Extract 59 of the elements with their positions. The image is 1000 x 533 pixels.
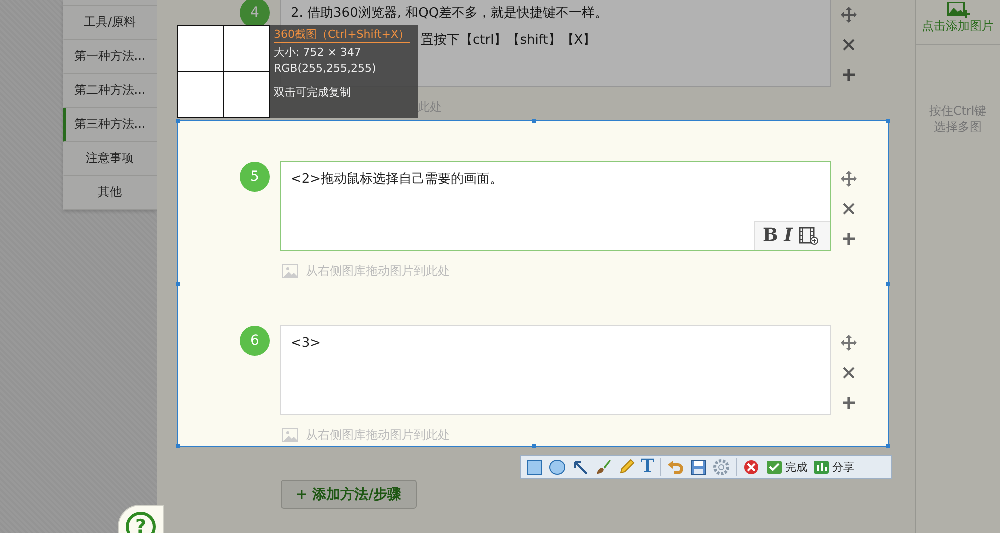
add-step-button[interactable]: + 添加方法/步骤 [281,480,417,509]
text-tool[interactable]: T [641,458,654,476]
drop-hint: 从右侧图库拖动图片到此处 [306,426,450,444]
save-icon[interactable] [690,458,708,476]
sidebar-item[interactable]: 工具/原料 [63,6,157,40]
step-text: 2. 借助360浏览器, 和QQ差不多，就是快捷键不一样。 [291,5,608,23]
sidebar-item[interactable]: 其他 [63,176,157,210]
step-text: 置按下【ctrl】【shift】【X】 [421,32,596,50]
resize-handle[interactable] [532,119,536,123]
resize-handle[interactable] [176,444,180,448]
cancel-icon[interactable] [743,458,760,476]
capture-title: 360截图（Ctrl+Shift+X） [274,27,410,43]
rectangle-icon[interactable] [526,458,543,476]
italic-button[interactable]: I [784,226,793,246]
brush-icon[interactable] [595,458,612,476]
move-icon[interactable] [841,7,857,23]
arrow-icon[interactable] [572,458,589,476]
help-button[interactable]: ? [126,512,156,533]
plus-icon[interactable] [841,395,857,411]
close-icon[interactable] [841,201,857,217]
gallery-hint: 选择多图 [934,119,982,135]
plus-icon[interactable] [841,231,857,247]
video-insert-icon[interactable] [798,227,819,245]
resize-handle[interactable] [176,282,180,286]
step-number: 6 [240,326,270,356]
copy-hint: 双击可完成复制 [274,85,352,100]
resize-handle[interactable] [886,444,890,448]
close-icon[interactable] [841,37,857,53]
image-icon [282,427,300,443]
done-button[interactable]: 完成 [766,458,808,476]
image-icon [282,263,300,279]
move-icon[interactable] [841,335,857,351]
gallery-hint: 按住Ctrl键 [929,103,987,119]
add-image-icon[interactable] [945,2,971,18]
step-text: <2>拖动鼠标选择自己需要的画面。 [291,171,504,189]
share-button[interactable]: 分享 [813,458,854,476]
bold-button[interactable]: B [763,226,778,246]
drop-hint: 从右侧图库拖动图片到此处 [306,262,450,280]
pencil-icon[interactable] [618,458,635,476]
close-icon[interactable] [841,365,857,381]
resize-handle[interactable] [176,119,180,123]
share-icon [813,458,830,476]
step-text: <3> [291,335,322,353]
check-icon [766,458,784,476]
sidebar-item[interactable]: 第二种方法... [63,74,157,108]
step-editor[interactable]: <2>拖动鼠标选择自己需要的画面。 B I [280,161,831,251]
sidebar-item[interactable]: 注意事项 [63,142,157,176]
sidebar-item[interactable]: 第三种方法... [63,108,157,142]
resize-handle[interactable] [886,119,890,123]
sidebar-item[interactable]: 第一种方法... [63,40,157,74]
ellipse-icon[interactable] [549,458,566,476]
resize-handle[interactable] [532,444,536,448]
undo-icon[interactable] [667,458,684,476]
step-editor[interactable]: <3> [280,325,831,415]
plus-icon[interactable] [841,67,857,83]
step-number: 5 [240,162,270,192]
move-icon[interactable] [841,171,857,187]
resize-handle[interactable] [886,282,890,286]
settings-icon[interactable] [713,458,730,476]
